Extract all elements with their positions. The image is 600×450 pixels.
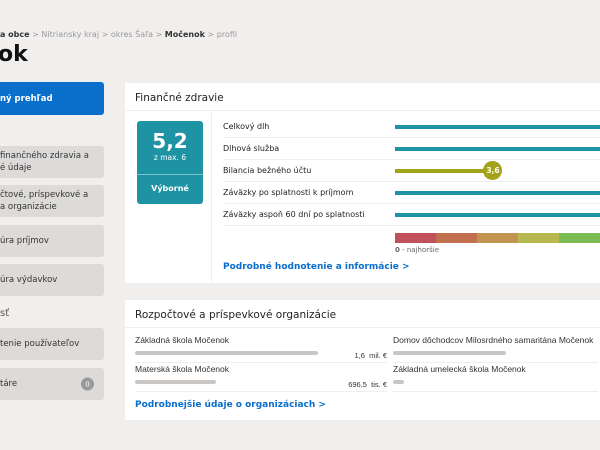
scale-segment [518, 233, 559, 243]
page-title: ok [0, 42, 28, 67]
indicator-label: Bilancia bežného účtu [223, 166, 312, 175]
indicator-value: 3,6 [483, 161, 503, 180]
health-indicator-row: Celkový dlh [223, 116, 600, 138]
scale-segment [477, 233, 518, 243]
sidebar-item-label: táre [0, 379, 18, 389]
indicator-bar [395, 125, 600, 129]
sidebar-item-overview[interactable]: ný prehľad [0, 82, 104, 115]
organization-bar [393, 351, 507, 355]
scale-legend: 0 - najhoršie [395, 246, 440, 254]
breadcrumb: a obce > Nitriansky kraj > okres Šaľa > … [0, 30, 238, 39]
organization-name: Domov dôchodcov Milosrdného samaritána M… [393, 335, 594, 345]
sidebar-item-label: tenie používateľov [0, 339, 80, 349]
breadcrumb-item[interactable]: a obce [0, 30, 30, 39]
score-max: z max. 6 [153, 153, 187, 162]
organization-name: Materská škola Močenok [135, 364, 230, 374]
sidebar-item-users[interactable]: tenie používateľov [0, 328, 104, 360]
organization-bar [135, 351, 318, 355]
organization-bar [393, 380, 404, 384]
sidebar-item-label: úra príjmov [0, 236, 49, 246]
sidebar-item-organizations[interactable]: čtové, príspevkové a a organizácie [0, 185, 104, 217]
sidebar-item-label: ný prehľad [0, 93, 53, 104]
breadcrumb-item[interactable]: Močenok [165, 30, 205, 39]
score-value: 5,2 [152, 129, 188, 153]
sidebar-item-health[interactable]: finančného zdravia a é údaje [0, 146, 104, 178]
health-indicator-row: Bilancia bežného účtu 3,6 [223, 160, 600, 182]
breadcrumb-item[interactable]: Nitriansky kraj [41, 30, 99, 39]
score-box: 5,2 z max. 6 Výborné [137, 121, 203, 204]
scale-segment [559, 233, 600, 243]
indicator-bar [395, 191, 600, 195]
organization-item[interactable]: Domov dôchodcov Milosrdného samaritána M… [393, 335, 598, 363]
scale-segment [395, 233, 436, 243]
sidebar-item-label: úra výdavkov [0, 275, 58, 285]
organization-name: Základná škola Močenok [135, 335, 230, 345]
indicator-label: Záväzky po splatnosti k príjmom [223, 188, 354, 197]
organization-name: Základná umelecká škola Močenok [393, 364, 526, 374]
indicator-bar [395, 147, 600, 151]
sidebar-item-expenses[interactable]: úra výdavkov [0, 264, 104, 296]
scale-segment [436, 233, 477, 243]
organization-value: 1,6 mil. € [354, 351, 387, 360]
score-verdict: Výborné [137, 174, 203, 193]
organization-bar [135, 380, 216, 384]
breadcrumb-current: profil [216, 30, 238, 39]
sidebar-item-label: čtové, príspevkové a a organizácie [0, 190, 89, 212]
organizations-card: Rozpočtové a príspevkové organizácie Zák… [125, 300, 600, 420]
organizations-details-link[interactable]: Podrobnejšie údaje o organizáciach > [135, 400, 326, 410]
sidebar-item-comments[interactable]: táre 0 [0, 368, 104, 400]
health-indicator-row: Dlhová služba [223, 138, 600, 160]
sidebar-section-heading: sť [0, 308, 10, 319]
organization-item[interactable]: Materská škola Močenok 696,5 tis. € [135, 364, 387, 392]
count-badge: 0 [81, 377, 94, 391]
financial-health-card: Finančné zdravie 5,2 z max. 6 Výborné Ce… [125, 83, 600, 283]
indicator-bar [395, 169, 486, 173]
indicator-bar [395, 213, 600, 217]
indicator-label: Dlhová služba [223, 144, 280, 153]
indicator-label: Celkový dlh [223, 122, 270, 131]
indicator-label: Záväzky aspoň 60 dní po splatnosti [223, 210, 365, 219]
card-title: Finančné zdravie [125, 83, 600, 111]
breadcrumb-item[interactable]: okres Šaľa [111, 30, 153, 39]
sidebar-item-income[interactable]: úra príjmov [0, 225, 104, 257]
organization-value: 696,5 tis. € [348, 380, 387, 389]
health-details-link[interactable]: Podrobné hodnotenie a informácie > [223, 262, 410, 272]
health-indicator-row: Záväzky aspoň 60 dní po splatnosti [223, 204, 600, 226]
sidebar-item-label: finančného zdravia a é údaje [0, 151, 89, 173]
card-title: Rozpočtové a príspevkové organizácie [125, 300, 600, 328]
health-indicator-row: Záväzky po splatnosti k príjmom [223, 182, 600, 204]
organization-item[interactable]: Základná škola Močenok 1,6 mil. € [135, 335, 387, 363]
organization-item[interactable]: Základná umelecká škola Močenok [393, 364, 598, 392]
divider [211, 111, 212, 283]
